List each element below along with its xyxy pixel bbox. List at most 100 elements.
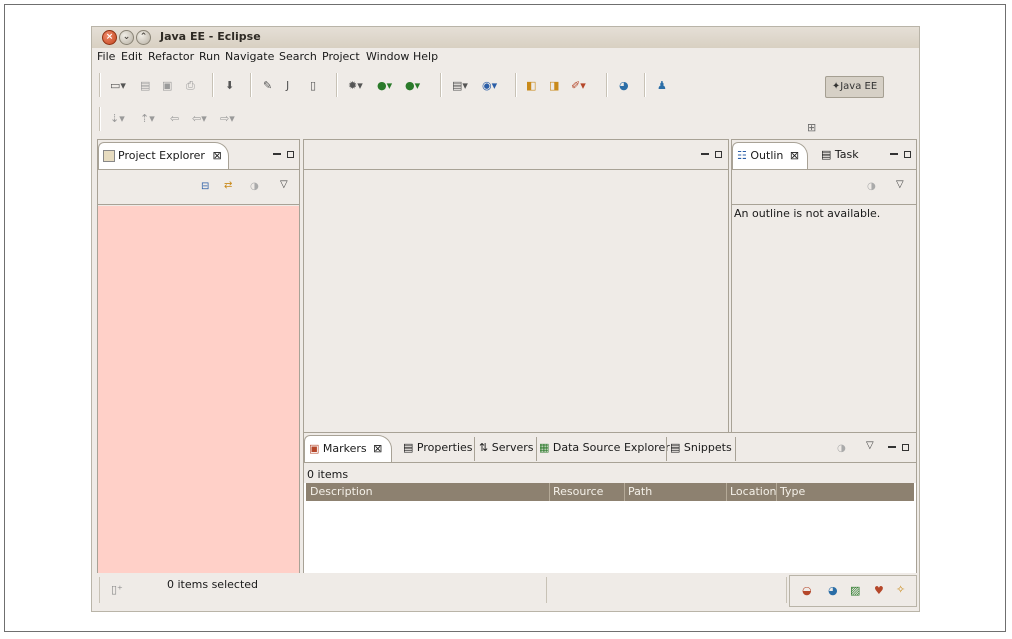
pen-icon[interactable]: ✐▾ bbox=[571, 79, 586, 92]
globe-icon[interactable]: ◕ bbox=[619, 79, 629, 92]
last-edit-icon[interactable]: ⇦ bbox=[170, 112, 179, 125]
view-menu-icon[interactable]: ▽ bbox=[896, 179, 904, 190]
outline-panel: ☷ Outlin ⊠ ▤ Task ◑ ▽ An outline is not … bbox=[731, 139, 917, 458]
minimize-icon[interactable] bbox=[888, 446, 896, 448]
open-type-icon[interactable]: ▤▾ bbox=[452, 79, 468, 92]
deploy-icon[interactable]: ⬇ bbox=[225, 79, 234, 92]
window-close-icon[interactable]: × bbox=[102, 30, 117, 45]
save-icon[interactable]: ▤ bbox=[140, 79, 150, 92]
view-menu-icon[interactable]: ▽ bbox=[280, 179, 288, 190]
tab-properties[interactable]: ▤ Properties bbox=[403, 441, 473, 454]
outline-tabrow: ☷ Outlin ⊠ ▤ Task bbox=[732, 140, 916, 170]
run-icon[interactable]: ●▾ bbox=[377, 79, 392, 92]
tab-servers[interactable]: ⇅ Servers bbox=[479, 441, 534, 454]
properties-icon: ▤ bbox=[403, 441, 414, 454]
items-count: 0 items bbox=[307, 468, 349, 481]
new-servlet-icon[interactable]: J bbox=[286, 79, 289, 92]
menu-file[interactable]: File bbox=[97, 50, 115, 63]
menu-project[interactable]: Project bbox=[322, 50, 360, 63]
debug-icon[interactable]: ✹▾ bbox=[348, 79, 363, 92]
filter-icon[interactable]: ◑ bbox=[867, 181, 876, 192]
new-bean-icon[interactable]: ▯ bbox=[310, 79, 316, 92]
view-menu-icon[interactable]: ▽ bbox=[866, 440, 874, 451]
menu-navigate[interactable]: Navigate bbox=[225, 50, 274, 63]
filter-icon[interactable]: ◑ bbox=[837, 443, 846, 454]
menu-refactor[interactable]: Refactor bbox=[148, 50, 194, 63]
prev-annotation-icon[interactable]: ⇡▾ bbox=[140, 112, 155, 125]
back-icon[interactable]: ⇦▾ bbox=[192, 112, 207, 125]
tab-project-explorer[interactable]: Project Explorer ⊠ bbox=[98, 142, 229, 169]
project-explorer-toolbar: ⊟ ⇄ ◑ ▽ bbox=[98, 171, 299, 205]
markers-table[interactable]: Description Resource Path Location Type bbox=[304, 483, 916, 573]
editor-area[interactable] bbox=[303, 139, 729, 458]
markers-trim-icon[interactable]: ◒ bbox=[802, 584, 812, 597]
status-separator bbox=[786, 577, 787, 603]
open-file-icon[interactable]: ◨ bbox=[549, 79, 559, 92]
tab-markers[interactable]: ▣ Markers ⊠ bbox=[304, 435, 392, 462]
toolbar-separator bbox=[606, 73, 608, 97]
table-header: Description Resource Path Location Type bbox=[306, 483, 914, 501]
server-icon[interactable]: ◉▾ bbox=[482, 79, 497, 92]
forward-icon[interactable]: ⇨▾ bbox=[220, 112, 235, 125]
palette-trim-icon[interactable]: ♥ bbox=[874, 584, 884, 597]
filter-icon[interactable]: ◑ bbox=[250, 181, 259, 192]
link-editor-icon[interactable]: ⇄ bbox=[224, 180, 232, 191]
menu-search[interactable]: Search bbox=[279, 50, 317, 63]
project-explorer-label: Project Explorer bbox=[118, 149, 205, 162]
window-title: Java EE - Eclipse bbox=[160, 30, 261, 43]
column-description[interactable]: Description bbox=[310, 485, 373, 498]
markers-label: Markers bbox=[322, 442, 367, 455]
window-minimize-icon[interactable]: ⌄ bbox=[119, 30, 134, 45]
outline-divider bbox=[732, 204, 916, 205]
menu-window[interactable]: Window bbox=[366, 50, 409, 63]
window-maximize-icon[interactable]: ⌃ bbox=[136, 30, 151, 45]
maximize-icon[interactable] bbox=[287, 151, 294, 158]
close-icon[interactable]: ⊠ bbox=[790, 149, 799, 162]
globe-trim-icon[interactable]: ◕ bbox=[828, 584, 838, 597]
outline-label: Outlin bbox=[750, 149, 784, 162]
tab-outline[interactable]: ☷ Outlin ⊠ bbox=[732, 142, 808, 169]
menu-edit[interactable]: Edit bbox=[121, 50, 142, 63]
save-all-icon[interactable]: ▣ bbox=[162, 79, 172, 92]
image-trim-icon[interactable]: ▨ bbox=[850, 584, 860, 597]
status-selected: 0 items selected bbox=[167, 578, 259, 591]
tab-snippets[interactable]: ▤ Snippets bbox=[670, 441, 732, 454]
column-separator bbox=[549, 483, 550, 501]
run-external-icon[interactable]: ●▾ bbox=[405, 79, 420, 92]
close-icon[interactable]: ⊠ bbox=[212, 149, 221, 162]
project-explorer-tabrow: Project Explorer ⊠ bbox=[98, 140, 299, 170]
open-perspective-icon[interactable]: ⊞ bbox=[807, 121, 816, 134]
snippets-icon: ▤ bbox=[670, 441, 681, 454]
tab-task[interactable]: ▤ Task bbox=[821, 148, 859, 161]
column-path[interactable]: Path bbox=[628, 485, 652, 498]
star-trim-icon[interactable]: ✧ bbox=[896, 583, 905, 596]
project-explorer-body[interactable] bbox=[98, 206, 299, 573]
maximize-icon[interactable] bbox=[902, 444, 909, 451]
minimize-icon[interactable] bbox=[890, 153, 898, 155]
minimize-icon[interactable] bbox=[273, 153, 281, 155]
open-folder-icon[interactable]: ◧ bbox=[526, 79, 536, 92]
tab-data-source-explorer[interactable]: ▦ Data Source Explorer bbox=[539, 441, 670, 454]
new-project-icon[interactable]: ✎ bbox=[263, 79, 272, 92]
servers-icon: ⇅ bbox=[479, 441, 489, 454]
person-icon[interactable]: ♟ bbox=[657, 79, 667, 92]
print-icon[interactable]: ⎙ bbox=[186, 79, 195, 93]
next-annotation-icon[interactable]: ⇣▾ bbox=[110, 112, 125, 125]
column-type[interactable]: Type bbox=[780, 485, 805, 498]
maximize-icon[interactable] bbox=[904, 151, 911, 158]
perspective-java-ee[interactable]: ✦Java EE bbox=[825, 76, 884, 98]
new-icon[interactable]: ▭▾ bbox=[110, 79, 126, 92]
toolbar-separator bbox=[644, 73, 646, 97]
editor-maximize-icon[interactable] bbox=[715, 151, 722, 158]
tab-separator bbox=[536, 437, 537, 461]
fast-view-icon[interactable]: ▯⁺ bbox=[111, 583, 123, 596]
close-icon[interactable]: ⊠ bbox=[373, 442, 382, 455]
column-separator bbox=[624, 483, 625, 501]
menu-run[interactable]: Run bbox=[199, 50, 220, 63]
servers-label: Servers bbox=[491, 441, 534, 454]
editor-minimize-icon[interactable] bbox=[701, 153, 709, 155]
menu-help[interactable]: Help bbox=[413, 50, 438, 63]
column-resource[interactable]: Resource bbox=[553, 485, 603, 498]
column-location[interactable]: Location bbox=[730, 485, 777, 498]
collapse-all-icon[interactable]: ⊟ bbox=[201, 181, 209, 192]
